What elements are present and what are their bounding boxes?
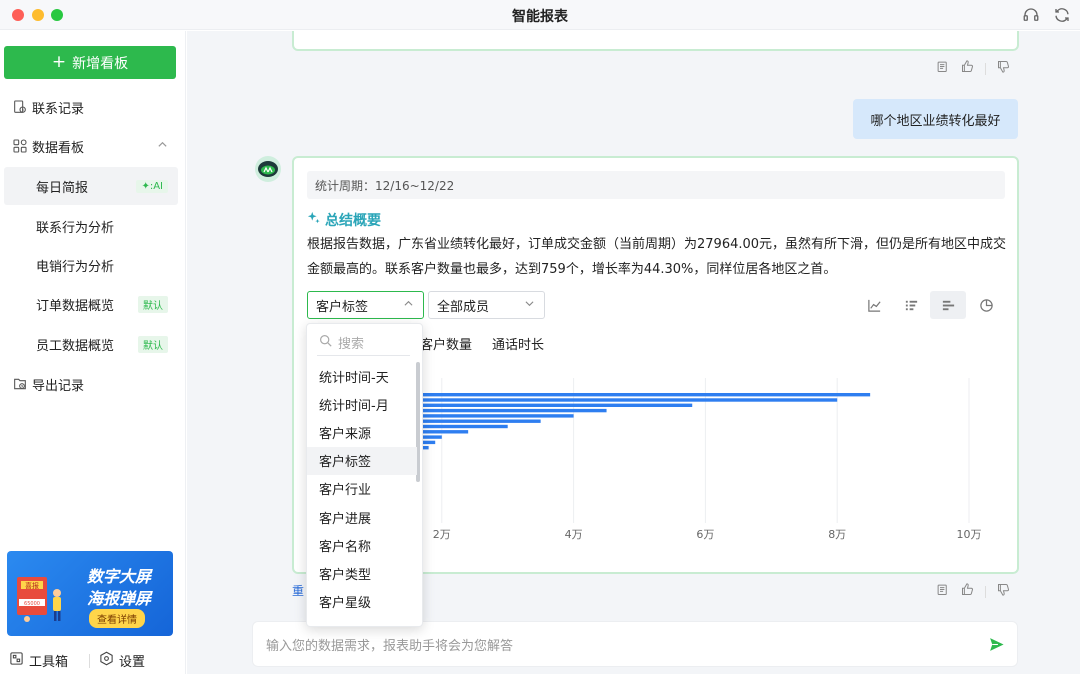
new-dashboard-button[interactable]: + 新增看板 [4, 46, 176, 79]
sidebar-item-contact-records[interactable]: 联系记录 [4, 88, 178, 126]
sidebar-item-label: 联系行为分析 [36, 220, 115, 236]
tab-call-duration[interactable]: 通话时长 [492, 334, 544, 353]
dropdown-option[interactable]: 客户进展 [307, 503, 417, 531]
poster-illustration: 喜报 65000 [17, 577, 61, 622]
dropdown-option[interactable]: 客户来源 [307, 418, 417, 446]
bar-chart-icon[interactable] [930, 291, 966, 319]
member-select-value: 全部成员 [437, 299, 490, 315]
title-bar: 智能报表 [0, 0, 1080, 30]
toolbox-label: 工具箱 [29, 654, 69, 670]
export-record-icon [12, 376, 28, 392]
x-tick-label: 6万 [696, 528, 714, 541]
user-message: 哪个地区业绩转化最好 [853, 99, 1018, 139]
contact-record-icon [12, 99, 28, 115]
sparkle-icon [307, 211, 321, 229]
column-chart-icon[interactable] [893, 291, 929, 319]
promo-title-2: 海报弹屏 [87, 589, 152, 608]
send-icon[interactable] [988, 636, 1005, 653]
x-tick-label: 4万 [565, 528, 583, 541]
copy-icon[interactable] [935, 59, 950, 78]
search-icon [319, 334, 332, 351]
bot-avatar [255, 156, 281, 182]
divider [985, 585, 986, 598]
settings-label: 设置 [119, 654, 146, 670]
dropdown-option[interactable]: 客户星级 [307, 588, 417, 616]
chevron-down-icon [525, 301, 534, 307]
chevron-up-icon[interactable] [157, 139, 168, 153]
metric-tabs: 系客户数量 通话时长 [407, 334, 544, 353]
headset-icon[interactable] [1022, 6, 1040, 24]
settings-button[interactable]: 设置 [99, 649, 145, 671]
dropdown-option[interactable]: 客户标签 [307, 446, 417, 475]
dashboard-grid-icon [12, 138, 28, 154]
default-badge: 默认 [138, 335, 168, 353]
dimension-dropdown: 搜索 统计时间-天 统计时间-月 客户来源 客户标签 客户行业 客户进展 客户名称 客户类型客… [306, 323, 423, 627]
pie-chart-icon[interactable] [968, 291, 1004, 319]
sidebar-item-label: 导出记录 [32, 378, 85, 394]
thumbs-up-icon[interactable] [960, 59, 975, 78]
ai-badge: ✦:AI [136, 179, 168, 193]
refresh-icon[interactable] [1053, 6, 1071, 24]
dropdown-option[interactable]: 统计时间-天 [307, 362, 417, 390]
default-badge: 默认 [138, 295, 168, 313]
promo-banner[interactable]: 喜报 65000 数字大屏 海报弹屏 查看详情 [7, 551, 173, 636]
app-title: 智能报表 [512, 9, 568, 25]
dropdown-option[interactable]: 统计时间-月 [307, 390, 417, 418]
settings-icon [99, 651, 114, 670]
copy-icon[interactable] [935, 582, 950, 601]
svg-text:喜报: 喜报 [25, 581, 39, 590]
summary-text: 根据报告数据，广东省业绩转化最好，订单成交金额（当前周期）为27964.00元，… [307, 237, 1007, 277]
sidebar-item-employee-overview[interactable]: 员工数据概览 默认 [4, 325, 178, 363]
promo-title-1: 数字大屏 [87, 567, 152, 586]
chevron-up-icon [404, 300, 413, 306]
divider [985, 62, 986, 75]
dimension-select-value: 客户标签 [316, 299, 369, 315]
message-actions [935, 582, 1011, 601]
dimension-select[interactable]: 客户标签 [307, 291, 424, 319]
member-select[interactable]: 全部成员 [428, 291, 545, 319]
sidebar: + 新增看板 联系记录 数据看板 每日简报 ✦:AI 联系行为分析 电销行为分析… [0, 31, 186, 674]
plus-icon: + [51, 52, 67, 72]
x-tick-label: 10万 [957, 528, 982, 541]
x-tick-label: 2万 [433, 528, 451, 541]
thumbs-down-icon[interactable] [996, 59, 1011, 78]
toolbox-icon [9, 651, 24, 670]
sidebar-item-order-overview[interactable]: 订单数据概览 默认 [4, 285, 178, 323]
sidebar-item-label: 员工数据概览 [36, 338, 115, 354]
summary-title: 总结概要 [307, 210, 381, 230]
sidebar-item-telesales-analysis[interactable]: 电销行为分析 [4, 246, 178, 284]
previous-report-card [292, 31, 1019, 51]
chat-input-placeholder: 输入您的数据需求，报表助手将会为您解答 [266, 638, 514, 654]
dropdown-option[interactable]: 客户行业 [307, 475, 417, 503]
sidebar-item-label: 每日简报 [36, 180, 89, 196]
message-actions [935, 59, 1011, 78]
sidebar-item-label: 电销行为分析 [36, 259, 115, 275]
sidebar-item-daily-brief[interactable]: 每日简报 ✦:AI [4, 167, 178, 205]
regenerate-link[interactable]: 重 [292, 582, 304, 599]
x-tick-label: 8万 [828, 528, 846, 541]
sidebar-item-label: 联系记录 [32, 101, 85, 117]
search-placeholder: 搜索 [338, 337, 365, 352]
dropdown-option[interactable]: 客户名称 [307, 531, 417, 559]
thumbs-up-icon[interactable] [960, 582, 975, 601]
toolbox-button[interactable]: 工具箱 [9, 649, 68, 671]
divider [89, 654, 90, 668]
new-dashboard-label: 新增看板 [72, 55, 129, 72]
sidebar-item-label: 数据看板 [32, 140, 85, 156]
thumbs-down-icon[interactable] [996, 582, 1011, 601]
dropdown-option[interactable]: 客户类型 [307, 559, 417, 587]
sidebar-item-dashboards[interactable]: 数据看板 [4, 127, 178, 165]
line-chart-icon[interactable] [856, 291, 892, 319]
chat-input[interactable]: 输入您的数据需求，报表助手将会为您解答 [252, 621, 1018, 667]
svg-text:65000: 65000 [24, 601, 40, 607]
stat-period: 统计周期：12/16~12/22 [307, 171, 1005, 199]
dropdown-search-input[interactable]: 搜索 [317, 330, 410, 356]
sidebar-item-export-records[interactable]: 导出记录 [4, 365, 178, 403]
sidebar-item-label: 订单数据概览 [36, 298, 115, 314]
promo-details-button[interactable]: 查看详情 [89, 609, 145, 628]
sidebar-item-contact-analysis[interactable]: 联系行为分析 [4, 207, 178, 245]
